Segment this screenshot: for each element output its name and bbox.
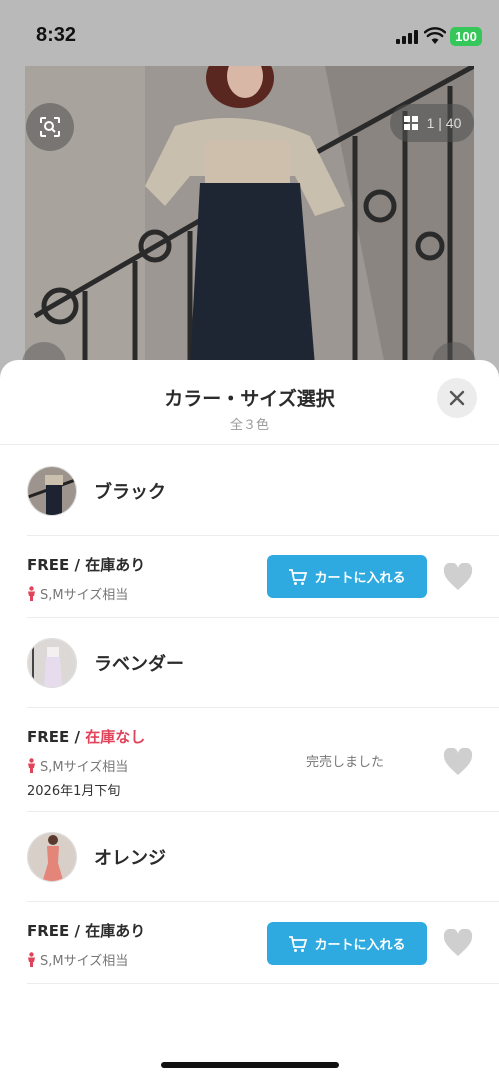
color-thumbnail-lavender <box>27 637 77 688</box>
image-counter[interactable]: 1 | 40 <box>390 104 474 142</box>
grid-icon <box>403 116 418 130</box>
add-to-cart-label: カートに入れる <box>314 571 406 586</box>
size-stock-line: FREE / 在庫なし <box>27 726 145 747</box>
color-size-sheet: カラー・サイズ選択 全３色 ブラック FREE / 在庫あり S,Mサイズ相当 … <box>0 360 499 1080</box>
close-icon <box>449 390 465 406</box>
fit-text: S,Mサイズ相当 <box>40 954 129 969</box>
color-name: ラベンダー <box>94 653 184 675</box>
size-stock-line: FREE / 在庫あり <box>27 554 145 575</box>
sheet-header: カラー・サイズ選択 全３色 <box>0 360 499 445</box>
cellular-signal-icon <box>396 30 418 44</box>
person-icon <box>28 758 35 773</box>
add-to-cart-button[interactable]: カートに入れる <box>267 555 427 598</box>
sheet-subtitle: 全３色 <box>229 418 269 433</box>
color-thumbnail-orange <box>27 831 77 882</box>
stock-status: 在庫あり <box>85 556 146 574</box>
size-label: FREE / <box>27 922 86 940</box>
color-row-black: ブラック <box>27 446 499 536</box>
size-row-black: FREE / 在庫あり S,Mサイズ相当 カートに入れる <box>27 536 499 618</box>
person-icon <box>28 586 35 601</box>
size-stock-line: FREE / 在庫あり <box>27 920 145 941</box>
color-name: オレンジ <box>94 847 166 869</box>
color-row-orange: オレンジ <box>27 812 499 902</box>
person-icon <box>28 952 35 967</box>
fit-info: S,Mサイズ相当 <box>27 756 128 775</box>
home-indicator[interactable] <box>161 1062 339 1068</box>
stock-status: 在庫なし <box>85 728 146 746</box>
size-label: FREE / <box>27 728 86 746</box>
status-time: 8:32 <box>36 24 77 46</box>
size-row-orange: FREE / 在庫あり S,Mサイズ相当 カートに入れる <box>27 902 499 984</box>
stock-status: 在庫あり <box>85 922 146 940</box>
size-row-lavender: FREE / 在庫なし S,Mサイズ相当 2026年1月下旬 完売しました <box>27 708 499 812</box>
close-button[interactable] <box>437 378 477 418</box>
add-to-cart-label: カートに入れる <box>314 938 406 953</box>
favorite-heart-icon[interactable] <box>443 748 473 776</box>
wifi-icon <box>424 27 446 44</box>
fit-info: S,Mサイズ相当 <box>27 584 128 603</box>
fit-text: S,Mサイズ相当 <box>40 588 129 603</box>
image-search-button[interactable] <box>26 103 74 151</box>
fit-text: S,Mサイズ相当 <box>40 760 129 775</box>
color-thumbnail-black <box>27 465 77 516</box>
color-row-lavender: ラベンダー <box>27 618 499 708</box>
size-label: FREE / <box>27 556 86 574</box>
battery-indicator: 100 <box>450 27 482 46</box>
status-bar: 8:32 100 <box>0 0 499 66</box>
image-counter-text: 1 | 40 <box>426 115 462 131</box>
favorite-heart-icon[interactable] <box>443 563 473 591</box>
sheet-title: カラー・サイズ選択 <box>164 388 335 410</box>
restock-date: 2026年1月下旬 <box>27 784 121 799</box>
favorite-heart-icon[interactable] <box>443 929 473 957</box>
cart-icon <box>289 935 308 952</box>
scan-search-icon <box>40 117 60 137</box>
sold-out-label: 完売しました <box>306 755 385 770</box>
add-to-cart-button[interactable]: カートに入れる <box>267 922 427 965</box>
cart-icon <box>289 568 308 585</box>
fit-info: S,Mサイズ相当 <box>27 950 128 969</box>
color-name: ブラック <box>94 481 166 503</box>
